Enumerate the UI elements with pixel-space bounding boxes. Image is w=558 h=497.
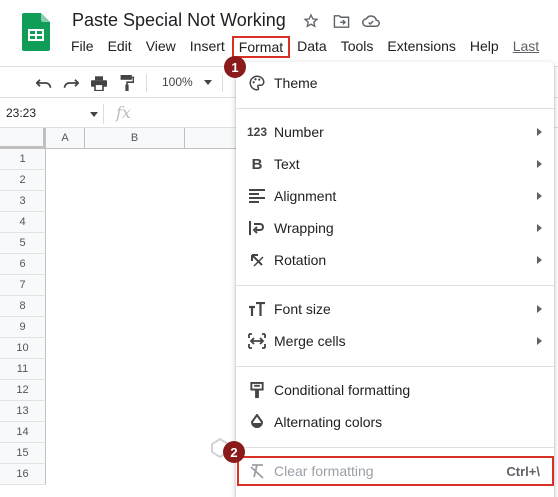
bold-b-icon: B <box>251 155 263 173</box>
align-left-icon <box>248 187 266 205</box>
menu-item-label: Number <box>274 124 324 140</box>
submenu-arrow-icon <box>537 128 542 136</box>
menu-bar: File Edit View Insert Format Data Tools … <box>64 36 546 58</box>
move-folder-icon[interactable] <box>331 12 351 30</box>
row-header[interactable]: 3 <box>0 191 46 212</box>
menu-item-merge-cells[interactable]: Merge cells <box>236 326 554 356</box>
submenu-arrow-icon <box>537 305 542 313</box>
row-header[interactable]: 15 <box>0 443 46 464</box>
select-all-corner[interactable] <box>0 128 46 149</box>
print-icon[interactable] <box>88 73 110 93</box>
menu-insert[interactable]: Insert <box>183 36 232 58</box>
step-2-badge: 2 <box>223 441 245 463</box>
row-header[interactable]: 4 <box>0 212 46 233</box>
menu-format[interactable]: Format <box>231 36 291 58</box>
row-header[interactable]: 12 <box>0 380 46 401</box>
last-edit-link[interactable]: Last <box>506 36 546 58</box>
row-header[interactable]: 8 <box>0 296 46 317</box>
document-title[interactable]: Paste Special Not Working <box>72 10 286 31</box>
menu-item-label: Alignment <box>274 188 337 204</box>
star-icon[interactable] <box>301 12 321 30</box>
clear-formatting-highlight <box>237 456 554 486</box>
paint-format-icon[interactable] <box>116 73 138 93</box>
font-size-icon <box>248 300 266 318</box>
menu-item-label: Theme <box>274 75 318 91</box>
menu-divider <box>236 108 554 109</box>
sheets-window: Paste Special Not Working File Edit View… <box>0 0 558 497</box>
row-header[interactable]: 10 <box>0 338 46 359</box>
row-header[interactable]: 1 <box>0 149 46 170</box>
menu-item-rotation[interactable]: Rotation <box>236 245 554 275</box>
menu-item-wrapping[interactable]: Wrapping <box>236 213 554 243</box>
toolbar-separator <box>222 74 223 92</box>
row-header[interactable]: 16 <box>0 464 46 485</box>
menu-tools[interactable]: Tools <box>334 36 381 58</box>
fx-icon: fx <box>116 103 131 122</box>
menu-item-font-size[interactable]: Font size <box>236 294 554 324</box>
wrap-text-icon <box>248 219 266 237</box>
cell-area[interactable] <box>46 149 236 497</box>
column-header-a[interactable]: A <box>46 128 85 149</box>
submenu-arrow-icon <box>537 160 542 168</box>
palette-icon <box>248 74 266 92</box>
menu-divider <box>236 366 554 367</box>
menu-item-theme[interactable]: Theme <box>236 68 554 98</box>
menu-item-label: Rotation <box>274 252 327 268</box>
menu-item-label: Alternating colors <box>274 414 383 430</box>
google-sheets-logo-icon[interactable] <box>22 13 50 51</box>
menu-help[interactable]: Help <box>463 36 506 58</box>
formula-separator <box>103 104 104 124</box>
menu-item-alternating-colors[interactable]: Alternating colors <box>236 407 554 437</box>
menu-item-text[interactable]: B Text <box>236 149 554 179</box>
row-header[interactable]: 14 <box>0 422 46 443</box>
menu-item-label: Font size <box>274 301 331 317</box>
droplet-icon <box>248 413 266 431</box>
toolbar-separator <box>146 74 147 92</box>
submenu-arrow-icon <box>537 224 542 232</box>
row-header[interactable]: 2 <box>0 170 46 191</box>
row-header[interactable]: 5 <box>0 233 46 254</box>
text-rotation-icon <box>248 251 266 269</box>
menu-data[interactable]: Data <box>290 36 334 58</box>
row-header[interactable]: 9 <box>0 317 46 338</box>
number-123-icon: 123 <box>246 125 268 139</box>
format-menu-dropdown: Theme 123 Number B Text Alignment Wrappi… <box>236 62 554 497</box>
name-box-dropdown-icon[interactable] <box>90 112 98 117</box>
column-header-b[interactable]: B <box>85 128 185 149</box>
menu-item-label: Text <box>274 156 300 172</box>
menu-file[interactable]: File <box>64 36 101 58</box>
menu-divider <box>236 285 554 286</box>
submenu-arrow-icon <box>537 256 542 264</box>
name-box[interactable]: 23:23 <box>6 106 36 120</box>
submenu-arrow-icon <box>537 337 542 345</box>
step-1-badge: 1 <box>224 56 246 78</box>
menu-item-alignment[interactable]: Alignment <box>236 181 554 211</box>
cloud-status-icon[interactable] <box>361 12 381 30</box>
row-header[interactable]: 7 <box>0 275 46 296</box>
menu-item-label: Conditional formatting <box>274 382 411 398</box>
row-header[interactable]: 13 <box>0 401 46 422</box>
redo-icon[interactable] <box>60 73 82 93</box>
menu-item-label: Merge cells <box>274 333 346 349</box>
row-header[interactable]: 11 <box>0 359 46 380</box>
zoom-dropdown-icon[interactable] <box>204 80 212 85</box>
menu-item-conditional-formatting[interactable]: Conditional formatting <box>236 375 554 405</box>
submenu-arrow-icon <box>537 192 542 200</box>
menu-view[interactable]: View <box>139 36 183 58</box>
menu-item-number[interactable]: 123 Number <box>236 117 554 147</box>
menu-edit[interactable]: Edit <box>101 36 139 58</box>
row-header[interactable]: 6 <box>0 254 46 275</box>
menu-item-label: Wrapping <box>274 220 334 236</box>
undo-icon[interactable] <box>33 73 55 93</box>
title-actions <box>301 12 381 30</box>
menu-divider <box>236 447 554 448</box>
zoom-select[interactable]: 100% <box>162 75 193 89</box>
paint-roller-icon <box>248 381 266 399</box>
merge-cells-icon <box>248 332 266 350</box>
menu-extensions[interactable]: Extensions <box>380 36 462 58</box>
